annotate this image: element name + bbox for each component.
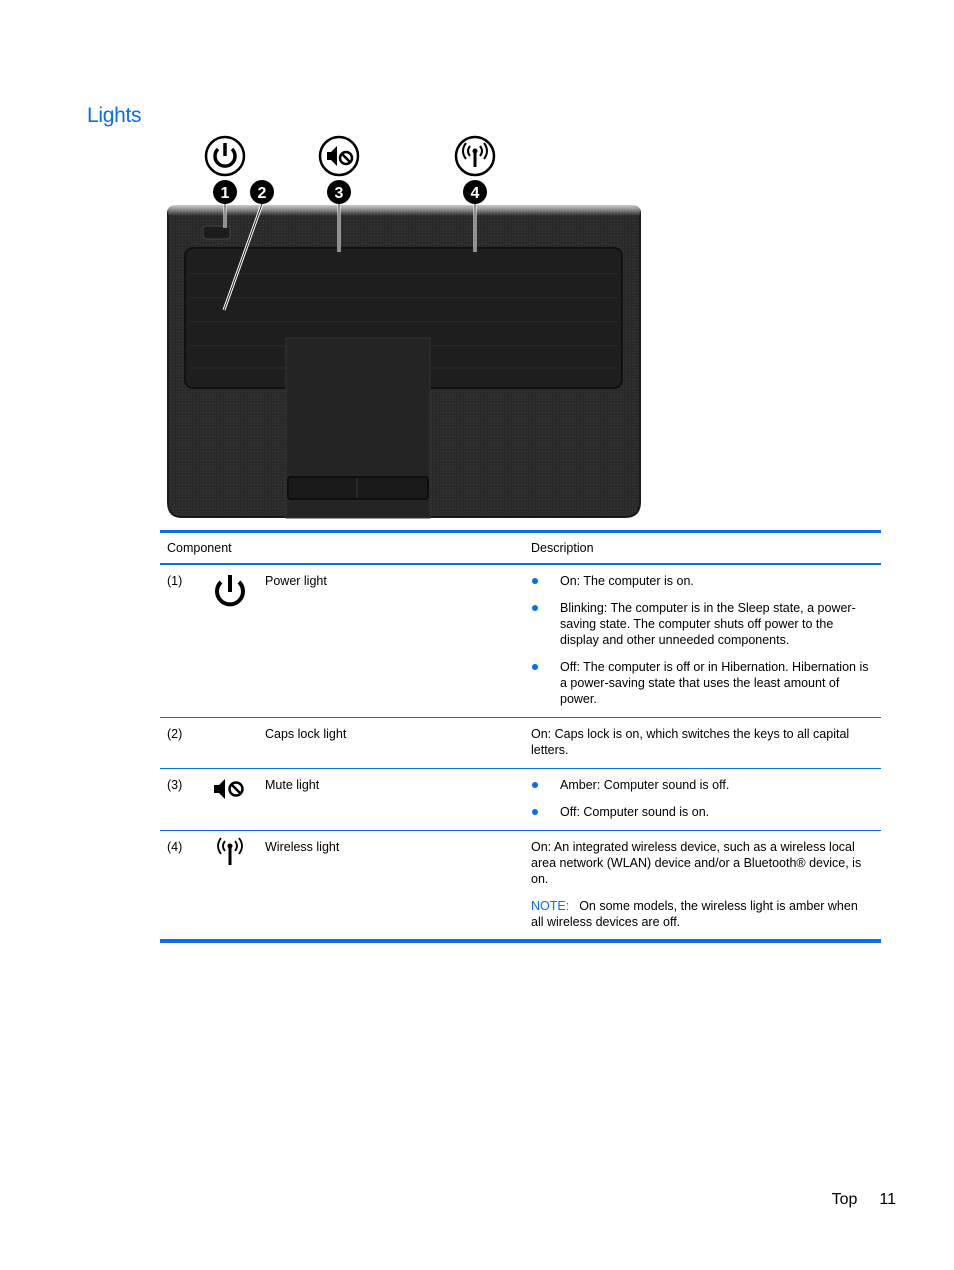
list-item: Amber: Computer sound is off. [531,777,871,793]
row-number: (3) [167,778,183,792]
callout-4: 4 [463,180,487,204]
bullet-icon [532,578,538,584]
header-component: Component [167,541,232,555]
component-name: Wireless light [265,840,340,854]
description-text: On: An integrated wireless device, such … [531,840,862,886]
svg-text:1: 1 [221,185,230,202]
note: NOTE: On some models, the wireless light … [531,898,871,930]
callout-1: 1 [213,180,237,204]
table-row: (1) Power light On: The computer is on. … [160,565,881,718]
row-number: (4) [167,840,183,854]
mute-icon [213,779,244,799]
description-list: Amber: Computer sound is off. Off: Compu… [531,777,871,820]
list-item: Off: Computer sound is on. [531,804,871,820]
wireless-icon [454,135,496,177]
row-number: (1) [167,574,183,588]
mute-icon [318,135,360,177]
lights-table: Component Description (1) Power light On… [160,530,881,943]
touchpad [285,337,431,519]
svg-text:2: 2 [258,185,267,202]
description-list: On: The computer is on. Blinking: The co… [531,573,871,707]
list-item: Off: The computer is off or in Hibernati… [531,659,871,707]
power-icon [204,135,246,177]
wireless-icon [216,837,243,865]
table-row: (2) Caps lock light On: Caps lock is on,… [160,718,881,769]
bullet-icon [532,664,538,670]
table-row: (4) Wireless light On: An integrated wir… [160,831,881,943]
callout-2: 2 [250,180,274,204]
svg-text:3: 3 [335,185,344,202]
list-item: Blinking: The computer is in the Sleep s… [531,600,871,648]
bullet-icon [532,605,538,611]
table-header: Component Description [160,533,881,565]
svg-text:4: 4 [471,185,480,202]
note-text: On some models, the wireless light is am… [531,899,858,929]
laptop-top-view-figure: 1 2 3 4 [160,132,650,522]
callout-3: 3 [327,180,351,204]
component-name: Power light [265,574,327,588]
component-name: Mute light [265,778,320,792]
bullet-icon [532,782,538,788]
table-row: (3) Mute light Amber: Computer sound is … [160,769,881,831]
page-footer: Top 11 [832,1191,896,1209]
bullet-icon [532,809,538,815]
page-title: Lights [87,104,142,128]
footer-section: Top [831,1191,858,1208]
component-name: Caps lock light [265,727,347,741]
note-label: NOTE: [531,899,570,913]
row-number: (2) [167,727,183,741]
description-text: On: Caps lock is on, which switches the … [531,727,850,757]
power-icon [214,575,245,607]
page-number: 11 [879,1191,896,1208]
list-item: On: The computer is on. [531,573,871,589]
header-description: Description [531,541,594,555]
